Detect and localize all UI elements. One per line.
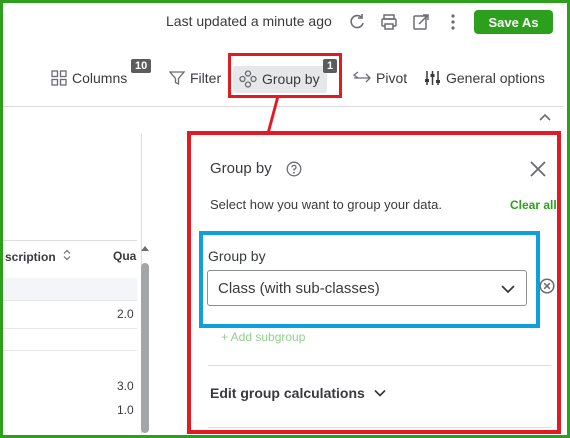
panel-title: Group by (210, 160, 272, 177)
row-divider (3, 350, 137, 351)
group-by-select-value: Class (with sub-classes) (218, 279, 380, 297)
columns-button[interactable]: Columns (51, 70, 127, 86)
sort-icon (63, 249, 71, 261)
chevron-up-icon[interactable] (538, 109, 552, 127)
vertical-scrollbar[interactable] (140, 243, 150, 433)
export-icon[interactable] (410, 11, 432, 33)
columns-count-badge: 10 (131, 59, 152, 73)
panel-divider (208, 365, 551, 366)
filter-button[interactable]: Filter (169, 70, 221, 86)
table-row (3, 278, 137, 300)
column-header-quantity[interactable]: Qua (113, 249, 136, 263)
column-header-description[interactable]: scription (5, 249, 71, 264)
pivot-button[interactable]: Pivot (353, 70, 407, 86)
print-icon[interactable] (378, 11, 400, 33)
general-options-icon (425, 71, 440, 85)
panel-subtitle: Select how you want to group your data. (210, 197, 442, 212)
chevron-down-icon (374, 389, 386, 397)
row-divider (3, 328, 137, 329)
pivot-label: Pivot (376, 70, 408, 86)
filter-icon (169, 71, 185, 86)
edit-group-calculations[interactable]: Edit group calculations (210, 385, 386, 401)
row-divider (3, 300, 137, 301)
group-by-select[interactable]: Class (with sub-classes) (207, 270, 527, 306)
table-cell: 3.0 (117, 379, 134, 393)
panel-divider (208, 427, 551, 428)
group-by-field-label: Group by (208, 248, 266, 264)
columns-icon (51, 70, 67, 86)
chevron-down-icon (501, 285, 515, 294)
table-cell: 2.0 (117, 307, 134, 321)
more-vertical-icon[interactable] (442, 11, 464, 33)
help-icon[interactable] (286, 161, 302, 182)
toolbar-divider (3, 106, 563, 107)
save-as-button[interactable]: Save As (474, 10, 553, 34)
add-subgroup-link[interactable]: + Add subgroup (221, 330, 305, 344)
table-header-divider (3, 240, 137, 241)
filter-label: Filter (190, 70, 222, 86)
last-updated-text: Last updated a minute ago (166, 13, 332, 29)
close-icon[interactable] (529, 160, 547, 183)
clear-all-link[interactable]: Clear all (510, 198, 557, 212)
general-options-label: General options (446, 70, 545, 86)
columns-label: Columns (72, 70, 128, 86)
general-options-button[interactable]: General options (424, 70, 545, 86)
table-cell: 1.0 (117, 403, 134, 417)
group-by-highlight (228, 53, 342, 98)
pivot-icon (353, 71, 371, 83)
refresh-icon[interactable] (346, 11, 368, 33)
remove-circle-icon[interactable] (539, 278, 555, 299)
